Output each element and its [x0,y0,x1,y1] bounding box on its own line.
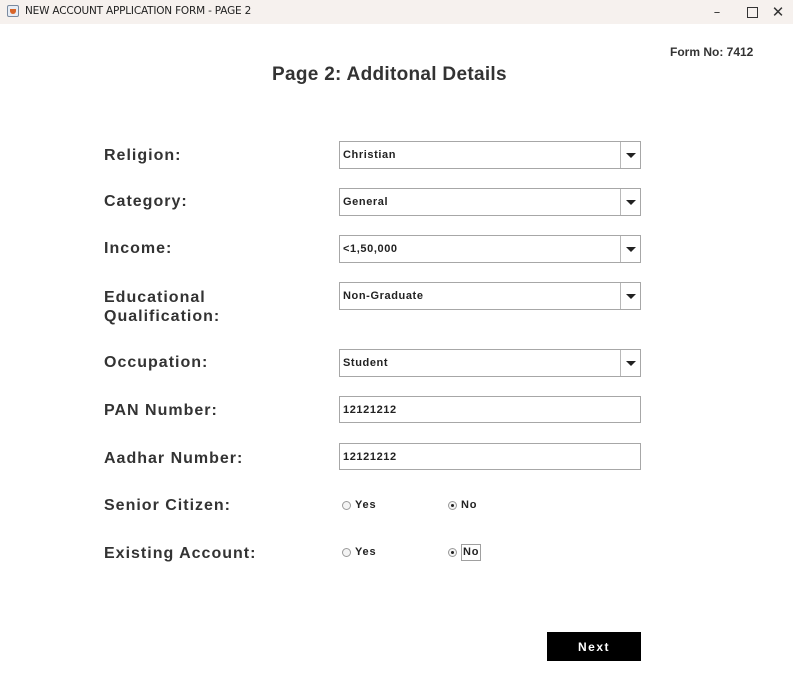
aadhar-label: Aadhar Number: [104,450,244,467]
education-label: Educational Qualification: [104,288,220,326]
education-select[interactable]: Non-Graduate [339,282,641,310]
chevron-down-icon[interactable] [620,350,640,376]
page-title: Page 2: Additonal Details [272,64,507,85]
pan-value: 12121212 [343,404,397,416]
income-value: <1,50,000 [343,243,398,255]
religion-select[interactable]: Christian [339,141,641,169]
occupation-select[interactable]: Student [339,349,641,377]
pan-input[interactable]: 12121212 [339,396,641,423]
senior-citizen-label: Senior Citizen: [104,497,232,514]
education-label-line1: Educational [104,289,206,306]
education-label-line2: Qualification: [104,308,221,325]
java-app-icon [7,5,19,17]
senior-citizen-no-label: No [461,499,478,511]
existing-account-no-radio[interactable]: No [448,543,482,561]
radio-checked-icon [448,547,457,557]
senior-citizen-no-radio[interactable]: No [448,496,477,514]
religion-label: Religion: [104,147,182,164]
occupation-label: Occupation: [104,354,209,371]
education-value: Non-Graduate [343,290,424,302]
category-label: Category: [104,193,188,210]
radio-unchecked-icon [342,500,351,510]
senior-citizen-yes-label: Yes [355,499,377,511]
religion-value: Christian [343,149,397,161]
chevron-down-icon[interactable] [620,189,640,215]
close-button[interactable]: ✕ [758,0,793,24]
income-select[interactable]: <1,50,000 [339,235,641,263]
category-select[interactable]: General [339,188,641,216]
occupation-value: Student [343,357,389,369]
income-label: Income: [104,240,173,257]
close-icon: ✕ [771,3,785,21]
existing-account-no-label: No [461,543,482,561]
existing-account-yes-radio[interactable]: Yes [342,543,376,561]
chevron-down-icon[interactable] [620,236,640,262]
radio-checked-icon [448,500,457,510]
category-value: General [343,196,389,208]
next-button[interactable]: Next [547,632,641,661]
title-bar: NEW ACCOUNT APPLICATION FORM - PAGE 2 – … [0,0,793,24]
minimize-button[interactable]: – [697,0,737,24]
window-title: NEW ACCOUNT APPLICATION FORM - PAGE 2 [25,5,252,17]
aadhar-input[interactable]: 12121212 [339,443,641,470]
existing-account-label: Existing Account: [104,545,257,562]
senior-citizen-yes-radio[interactable]: Yes [342,496,376,514]
minimize-icon: – [713,4,721,20]
form-number: Form No: 7412 [670,45,754,59]
chevron-down-icon[interactable] [620,142,640,168]
radio-unchecked-icon [342,547,351,557]
pan-label: PAN Number: [104,402,218,419]
existing-account-yes-label: Yes [355,546,377,558]
aadhar-value: 12121212 [343,451,397,463]
chevron-down-icon[interactable] [620,283,640,309]
maximize-icon [746,6,758,18]
